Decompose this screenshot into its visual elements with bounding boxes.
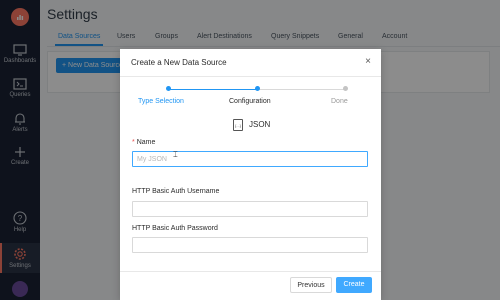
basic-auth-password-input[interactable] [132,237,368,253]
name-label-text: Name [136,139,156,146]
step-done: Done [331,98,348,105]
step-line-done [168,89,257,90]
step-type-selection[interactable]: Type Selection [138,98,184,105]
json-file-icon-text: {...} [235,123,242,128]
data-source-type: JSON [249,120,271,129]
modal-title: Create a New Data Source [131,58,227,67]
create-data-source-modal: Create a New Data Source × Type Selectio… [120,49,381,300]
step-dot-done [343,86,348,91]
basic-auth-username-label: HTTP Basic Auth Username [132,188,220,195]
basic-auth-password-label: HTTP Basic Auth Password [132,225,218,232]
stepper: Type Selection Configuration Done [120,85,381,109]
step-line-pending [257,89,346,90]
text-cursor-icon: ⌶ [173,150,178,159]
name-input[interactable] [132,151,368,167]
step-dot-type-selection [166,86,171,91]
modal-footer: Previous Create [120,271,381,300]
basic-auth-username-input[interactable] [132,201,368,217]
close-icon[interactable]: × [365,57,371,67]
step-dot-configuration [255,86,260,91]
step-configuration: Configuration [229,98,271,105]
modal-header: Create a New Data Source × [120,49,381,77]
create-button[interactable]: Create [336,277,372,293]
name-label: * Name [132,139,155,146]
json-file-icon: {...} [233,119,243,131]
required-marker: * [132,139,135,146]
previous-button[interactable]: Previous [290,277,332,293]
